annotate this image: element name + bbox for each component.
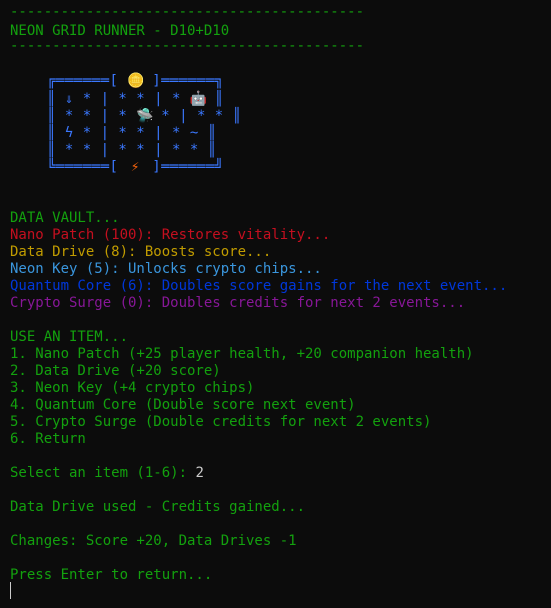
select-prompt-label: Select an item (1-6): [10, 465, 196, 481]
menu-option-3: 3. Neon Key (+4 crypto chips) [10, 380, 255, 396]
press-enter-prompt: Press Enter to return... [10, 567, 213, 583]
header-rule-bottom: ----------------------------------------… [10, 38, 365, 54]
menu-title: USE AN ITEM... [10, 329, 129, 345]
grid-row-5: ╚══════[ ⚡ ]══════╝ [47, 159, 224, 175]
ufo-icon: 🛸 [136, 108, 155, 124]
menu-option-1: 1. Nano Patch (+25 player health, +20 co… [10, 346, 474, 362]
grid-row-0: ╔══════[ 🪙 ]══════╗ [47, 73, 224, 89]
header-rule-top: ----------------------------------------… [10, 4, 365, 20]
vault-item-quantum-core: Quantum Core (6): Doubles score gains fo… [10, 278, 508, 294]
menu-option-5: 5. Crypto Surge (Double credits for next… [10, 414, 432, 430]
grid-row-2: ║ * * | * 🛸 * | * * ║ [47, 108, 242, 124]
result-used-message: Data Drive used - Credits gained... [10, 499, 306, 515]
select-prompt: Select an item (1-6): 2 [10, 465, 204, 482]
robot-icon: 🤖 [189, 91, 208, 107]
vault-item-nano-patch: Nano Patch (100): Restores vitality... [10, 227, 331, 243]
coin-icon: 🪙 [127, 73, 146, 89]
vault-item-crypto-surge: Crypto Surge (0): Doubles credits for ne… [10, 295, 466, 311]
menu-option-2: 2. Data Drive (+20 score) [10, 363, 221, 379]
menu-option-4: 4. Quantum Core (Double score next event… [10, 397, 356, 413]
select-prompt-input[interactable]: 2 [195, 465, 203, 481]
terminal-window[interactable]: ----------------------------------------… [0, 0, 551, 608]
text-cursor[interactable] [10, 582, 11, 599]
grid-row-4: ║ * * | * * | * * ║ [47, 142, 217, 158]
menu-option-6: 6. Return [10, 431, 86, 447]
result-changes-message: Changes: Score +20, Data Drives -1 [10, 533, 297, 549]
vault-item-data-drive: Data Drive (8): Boosts score... [10, 244, 272, 260]
grid-row-3: ║ ϟ * | * * | * ~ ║ [47, 125, 217, 141]
lightning-icon: ⚡ [130, 159, 140, 175]
vault-title: DATA VAULT... [10, 210, 120, 226]
grid-row-1: ║ ⇓ * | * * | * 🤖 ║ [47, 91, 224, 107]
vault-item-neon-key: Neon Key (5): Unlocks crypto chips... [10, 261, 322, 277]
